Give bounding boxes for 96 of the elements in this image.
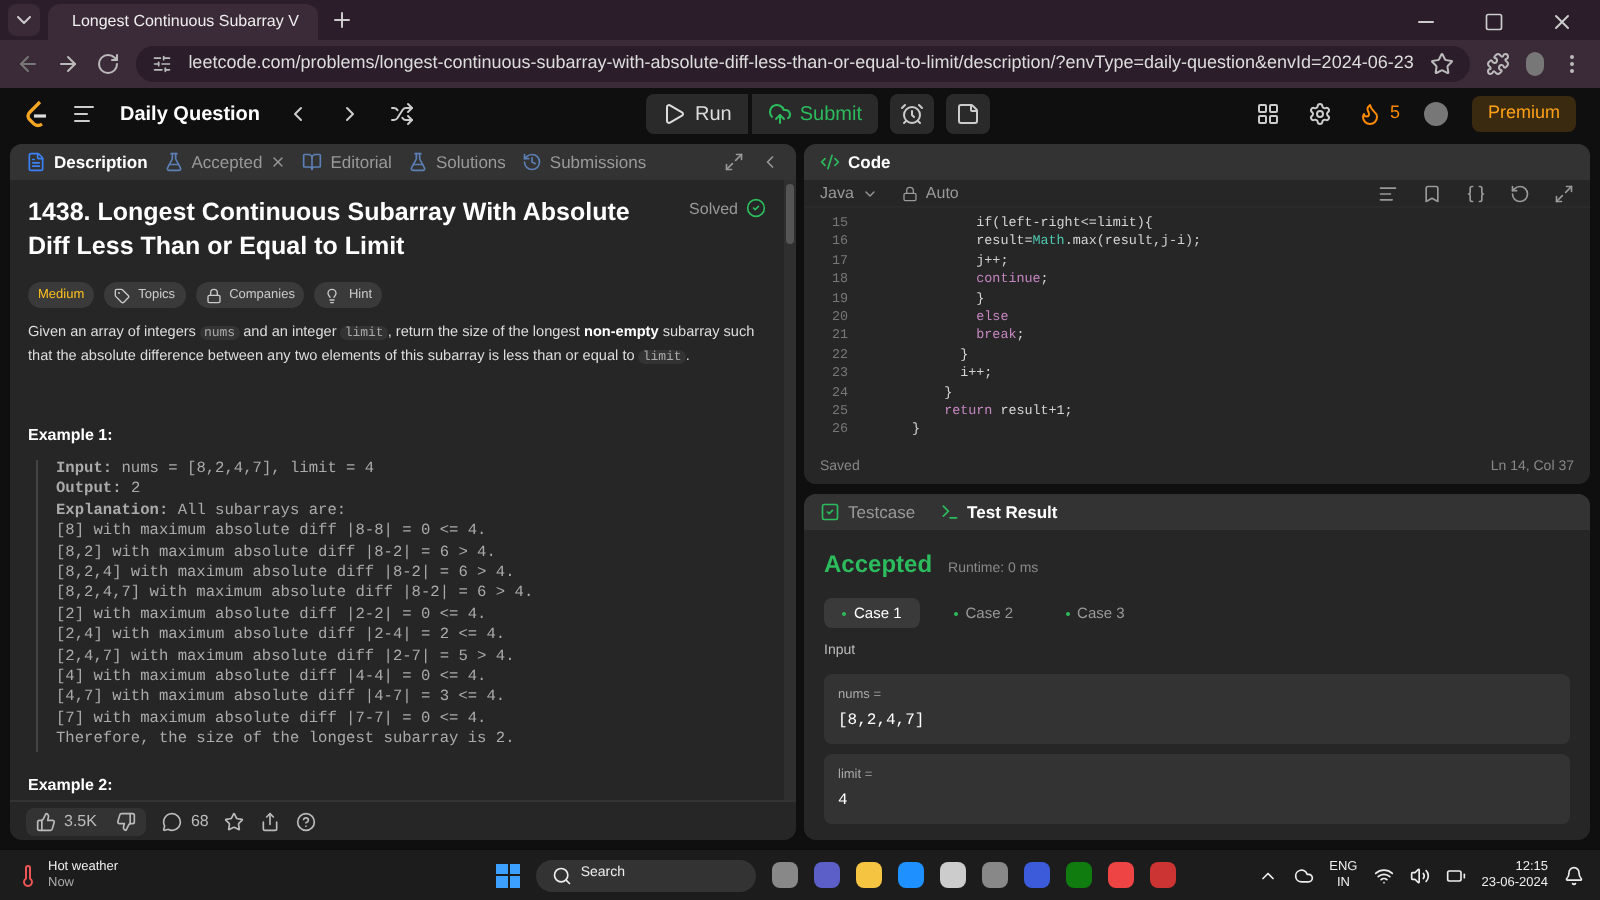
problem-title: 1438. Longest Continuous Subarray With Absolute Diff Less Than or Equal to Limit [28,196,632,264]
panel-tab[interactable]: Testcase [820,499,916,525]
input-value: 4 [838,790,850,815]
expand-icon [724,152,744,172]
tab-icon [820,502,840,522]
profile-avatar[interactable] [1525,52,1544,76]
alarm-clock-icon [899,102,924,126]
reset-icon [1510,183,1530,203]
submit-button[interactable]: Submit [751,94,878,134]
panel-tab[interactable]: Test Result [939,499,1058,525]
favorite-button[interactable] [224,811,245,831]
user-avatar[interactable] [1423,102,1448,126]
taskbar-app-icon[interactable] [982,862,1009,888]
search-icon [552,865,573,885]
result-verdict: Accepted [824,548,933,582]
example-heading: Example 2: [28,773,115,798]
panel-tab[interactable]: Submissions [521,149,647,175]
input-value: [8,2,4,7] [838,710,927,735]
star-icon [1429,52,1454,76]
timer-button[interactable] [889,94,934,134]
run-button[interactable]: Run [646,94,748,134]
tag-icon [324,287,341,303]
puzzle-icon [1485,52,1510,76]
bookmark-icon [1422,183,1442,203]
wifi-icon [1373,865,1394,885]
taskbar-app-icon[interactable] [1108,862,1135,888]
maximize-icon [1484,12,1504,32]
taskbar-app-icon[interactable] [772,862,799,888]
panel-tab[interactable]: Solutions [407,149,506,175]
problem-list-title[interactable]: Daily Question [120,99,261,129]
tab-icon [163,152,184,172]
start-icon[interactable] [496,863,521,887]
forward-icon [56,52,81,76]
tab-icon [302,152,323,172]
streak-count: 5 [1389,100,1400,127]
tag-icon [205,287,222,303]
language-select[interactable]: Java [820,181,878,205]
shuffle-button[interactable] [388,100,417,128]
tag-icon [114,287,131,303]
settings-button[interactable] [1305,100,1334,128]
help-button[interactable] [296,811,317,831]
help-icon [296,811,317,831]
format-icon [1378,183,1398,203]
panel-title: Code [848,149,891,175]
comments-button[interactable]: 68 [162,809,209,833]
close-icon [1550,10,1574,34]
share-icon [260,811,281,831]
tab-icon [939,502,960,522]
back-icon [16,52,41,76]
grid-icon [1255,102,1280,126]
tab-list-button[interactable] [8,4,40,36]
settings-icon [1307,102,1332,126]
cloud-icon [1293,865,1314,885]
volume-icon [1409,865,1430,885]
tab-icon [407,152,428,172]
lock-icon [901,185,918,201]
battery-icon [1445,865,1466,885]
auto-mode-label: Auto [925,181,959,205]
flame-icon [1357,102,1382,126]
panel-tab[interactable]: Editorial [302,149,392,175]
note-icon [955,102,980,126]
premium-button[interactable]: Premium [1471,96,1576,132]
list-icon [72,102,96,126]
notes-button[interactable] [945,94,990,134]
code-icon [820,152,840,172]
bell-icon [1564,865,1584,885]
share-button[interactable] [260,811,281,831]
reload-button[interactable] [96,48,121,80]
thumbs-up-icon [36,811,56,831]
panel-tab[interactable]: Description [26,149,148,175]
example-heading: Example 1: [28,424,115,448]
check-icon [746,198,766,218]
taskbar-app-icon[interactable] [856,862,883,888]
url-text: leetcode.com/problems/longest-continuous-subarray-with-absolute-diff-less-than-or-equal-to-limit/description/?envType=daily-question&envId=2024-06-23 [188,50,1414,77]
comment-icon [162,811,183,831]
thumbs-down-icon [116,811,137,831]
play-icon [662,102,687,126]
panel-tab[interactable]: Accepted [163,149,287,175]
expand-icon [1554,183,1574,203]
site-settings-icon [152,54,173,74]
plus-icon [330,8,354,32]
tab-icon [26,152,46,172]
braces-icon [1466,183,1486,203]
tab-icon [521,152,542,172]
layout-button[interactable] [1253,100,1282,128]
extensions-button[interactable] [1485,48,1510,80]
solved-status: Solved [689,196,766,264]
star-icon [224,811,245,831]
taskbar-app-icon[interactable] [940,862,967,888]
address-bar[interactable]: leetcode.com/problems/longest-continuous-subarray-with-absolute-diff-less-than-or-equal-to-limit/description/?envType=daily-question&envId=2024-06-23 [136,46,1470,82]
cloud-upload-icon [767,102,792,126]
shuffle-icon [390,102,415,126]
reload-icon [96,52,121,76]
tab-title: Longest Continuous Subarray V [72,10,299,34]
browser-tab[interactable]: Longest Continuous Subarray V [48,4,318,40]
taskbar-app-icon[interactable] [898,862,925,888]
